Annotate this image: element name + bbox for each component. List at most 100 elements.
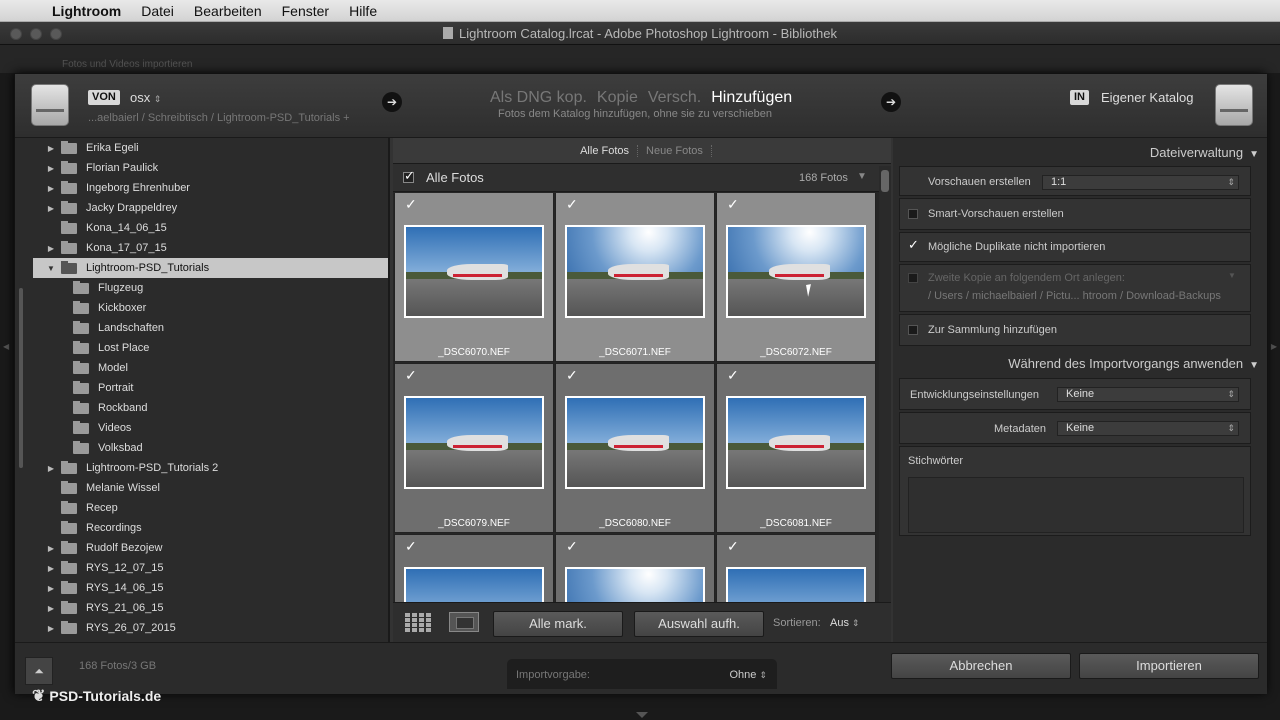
disclosure-closed-icon[interactable]: ▶ [45,144,57,153]
loupe-view-icon[interactable] [449,612,479,632]
menu-fenster[interactable]: Fenster [282,3,329,19]
grid-scrollbar[interactable] [879,166,891,602]
folder-scrollbar[interactable] [19,288,23,468]
folder-item[interactable]: Recordings [33,518,388,538]
disclosure-closed-icon[interactable]: ▶ [45,624,57,633]
photo-thumbnail[interactable] [404,225,544,318]
disclosure-closed-icon[interactable]: ▶ [45,164,57,173]
folder-item[interactable]: Melanie Wissel [33,478,388,498]
photo-thumbnail[interactable] [726,396,866,489]
include-checkbox[interactable] [566,196,578,213]
select-all-checkbox[interactable] [403,168,415,184]
folder-item[interactable]: ▶ Jacky Drappeldrey [33,198,388,218]
folder-item[interactable]: ▶ RYS_21_06_15 [33,598,388,618]
include-checkbox[interactable] [727,538,739,555]
include-checkbox[interactable] [405,196,417,213]
folder-item[interactable]: ▶ Rudolf Bezojew [33,538,388,558]
left-panel-toggle-icon[interactable]: ◀ [3,342,9,351]
folder-item[interactable]: ▶ Lightroom-PSD_Tutorials 2 [33,458,388,478]
collapse-dialog-button[interactable]: ⏶ [25,657,53,685]
folder-item[interactable]: ▶ RYS_26_07_2015 [33,618,388,638]
mode-copy[interactable]: Kopie [597,89,638,107]
keywords-input[interactable] [908,477,1244,533]
disclosure-closed-icon[interactable]: ▶ [45,604,57,613]
import-button[interactable]: Importieren [1079,653,1259,679]
develop-settings-select[interactable]: Keine [1057,387,1239,402]
photo-thumbnail[interactable] [726,225,866,318]
no-duplicates-checkbox[interactable] [908,237,919,253]
photo-cell[interactable] [716,534,876,602]
file-handling-header[interactable]: Dateiverwaltung ▼ [1150,145,1259,160]
photo-thumbnail[interactable] [565,225,705,318]
uncheck-all-button[interactable]: Auswahl aufh. [634,611,764,637]
folder-item[interactable]: ▶ Florian Paulick [33,158,388,178]
folder-item[interactable]: ▶ Kona_17_07_15 [33,238,388,258]
folder-item[interactable]: ▶ RYS_14_06_15 [33,578,388,598]
disclosure-closed-icon[interactable]: ▶ [45,464,57,473]
disclosure-closed-icon[interactable]: ▶ [45,204,57,213]
mode-add[interactable]: Hinzufügen [711,89,792,107]
folder-item[interactable]: Model [33,358,388,378]
include-checkbox[interactable] [566,538,578,555]
grid-view-icon[interactable] [405,613,433,633]
import-preset-select[interactable]: Importvorgabe: Ohne ⇕ [507,659,777,689]
minimize-window-button[interactable] [30,28,42,40]
grid-scroll-thumb[interactable] [881,170,889,192]
folder-item[interactable]: Kickboxer [33,298,388,318]
tab-all-photos[interactable]: Alle Fotos [572,145,637,157]
mode-move[interactable]: Versch. [648,89,701,107]
photo-cell[interactable]: _DSC6079.NEF [394,363,554,533]
folder-item[interactable]: Volksbad [33,438,388,458]
photo-cell[interactable]: _DSC6072.NEF [716,193,876,362]
folder-item[interactable]: Flugzeug [33,278,388,298]
smart-previews-checkbox[interactable] [908,209,918,219]
folder-item[interactable]: Lost Place [33,338,388,358]
photo-cell[interactable] [394,534,554,602]
destination-name[interactable]: Eigener Katalog [1101,90,1194,105]
mode-dng-copy[interactable]: Als DNG kop. [490,89,587,107]
folder-item[interactable]: Landschaften [33,318,388,338]
folder-item[interactable]: ▼ Lightroom-PSD_Tutorials [33,258,388,278]
folder-item[interactable]: ▶ RYS_12_07_15 [33,558,388,578]
disclosure-open-icon[interactable]: ▼ [45,264,57,273]
folder-item[interactable]: Rockband [33,398,388,418]
photo-cell[interactable]: _DSC6070.NEF [394,193,554,362]
second-copy-checkbox[interactable] [908,273,918,283]
apply-during-import-header[interactable]: Während des Importvorgangs anwenden ▼ [1008,356,1259,371]
folder-item[interactable]: Portrait [33,378,388,398]
zoom-window-button[interactable] [50,28,62,40]
disclosure-closed-icon[interactable]: ▶ [45,564,57,573]
photo-thumbnail[interactable] [726,567,866,602]
folder-item[interactable]: Recep [33,498,388,518]
tab-new-photos[interactable]: Neue Fotos [638,145,711,157]
metadata-select[interactable]: Keine [1057,421,1239,436]
include-checkbox[interactable] [405,538,417,555]
photo-thumbnail[interactable] [565,567,705,602]
bottom-panel-toggle-icon[interactable] [636,712,648,718]
include-checkbox[interactable] [727,367,739,384]
photo-cell[interactable]: _DSC6080.NEF [555,363,715,533]
right-panel-toggle-icon[interactable]: ▶ [1271,342,1277,351]
menu-hilfe[interactable]: Hilfe [349,3,377,19]
include-checkbox[interactable] [727,196,739,213]
photo-cell[interactable] [555,534,715,602]
check-all-button[interactable]: Alle mark. [493,611,623,637]
photo-thumbnail[interactable] [565,396,705,489]
disclosure-closed-icon[interactable]: ▶ [45,184,57,193]
previews-select[interactable]: 1:1 [1042,175,1239,190]
folder-item[interactable]: ▶ Ingeborg Ehrenhuber [33,178,388,198]
menu-datei[interactable]: Datei [141,3,174,19]
second-copy-path[interactable]: / Users / michaelbaierl / Pictu... htroo… [928,290,1221,302]
disclosure-closed-icon[interactable]: ▶ [45,544,57,553]
close-window-button[interactable] [10,28,22,40]
photo-cell[interactable]: _DSC6071.NEF [555,193,715,362]
photo-cell[interactable]: _DSC6081.NEF [716,363,876,533]
menu-lightroom[interactable]: Lightroom [52,3,121,19]
folder-item[interactable]: Kona_14_06_15 [33,218,388,238]
photo-thumbnail[interactable] [404,567,544,602]
source-path[interactable]: ...aelbaierl / Schreibtisch / Lightroom-… [88,112,350,124]
chevron-down-icon[interactable]: ▼ [857,171,867,182]
folder-item[interactable]: ▶ Erika Egeli [33,138,388,158]
source-selector[interactable]: osx ⇕ [130,90,161,105]
include-checkbox[interactable] [566,367,578,384]
